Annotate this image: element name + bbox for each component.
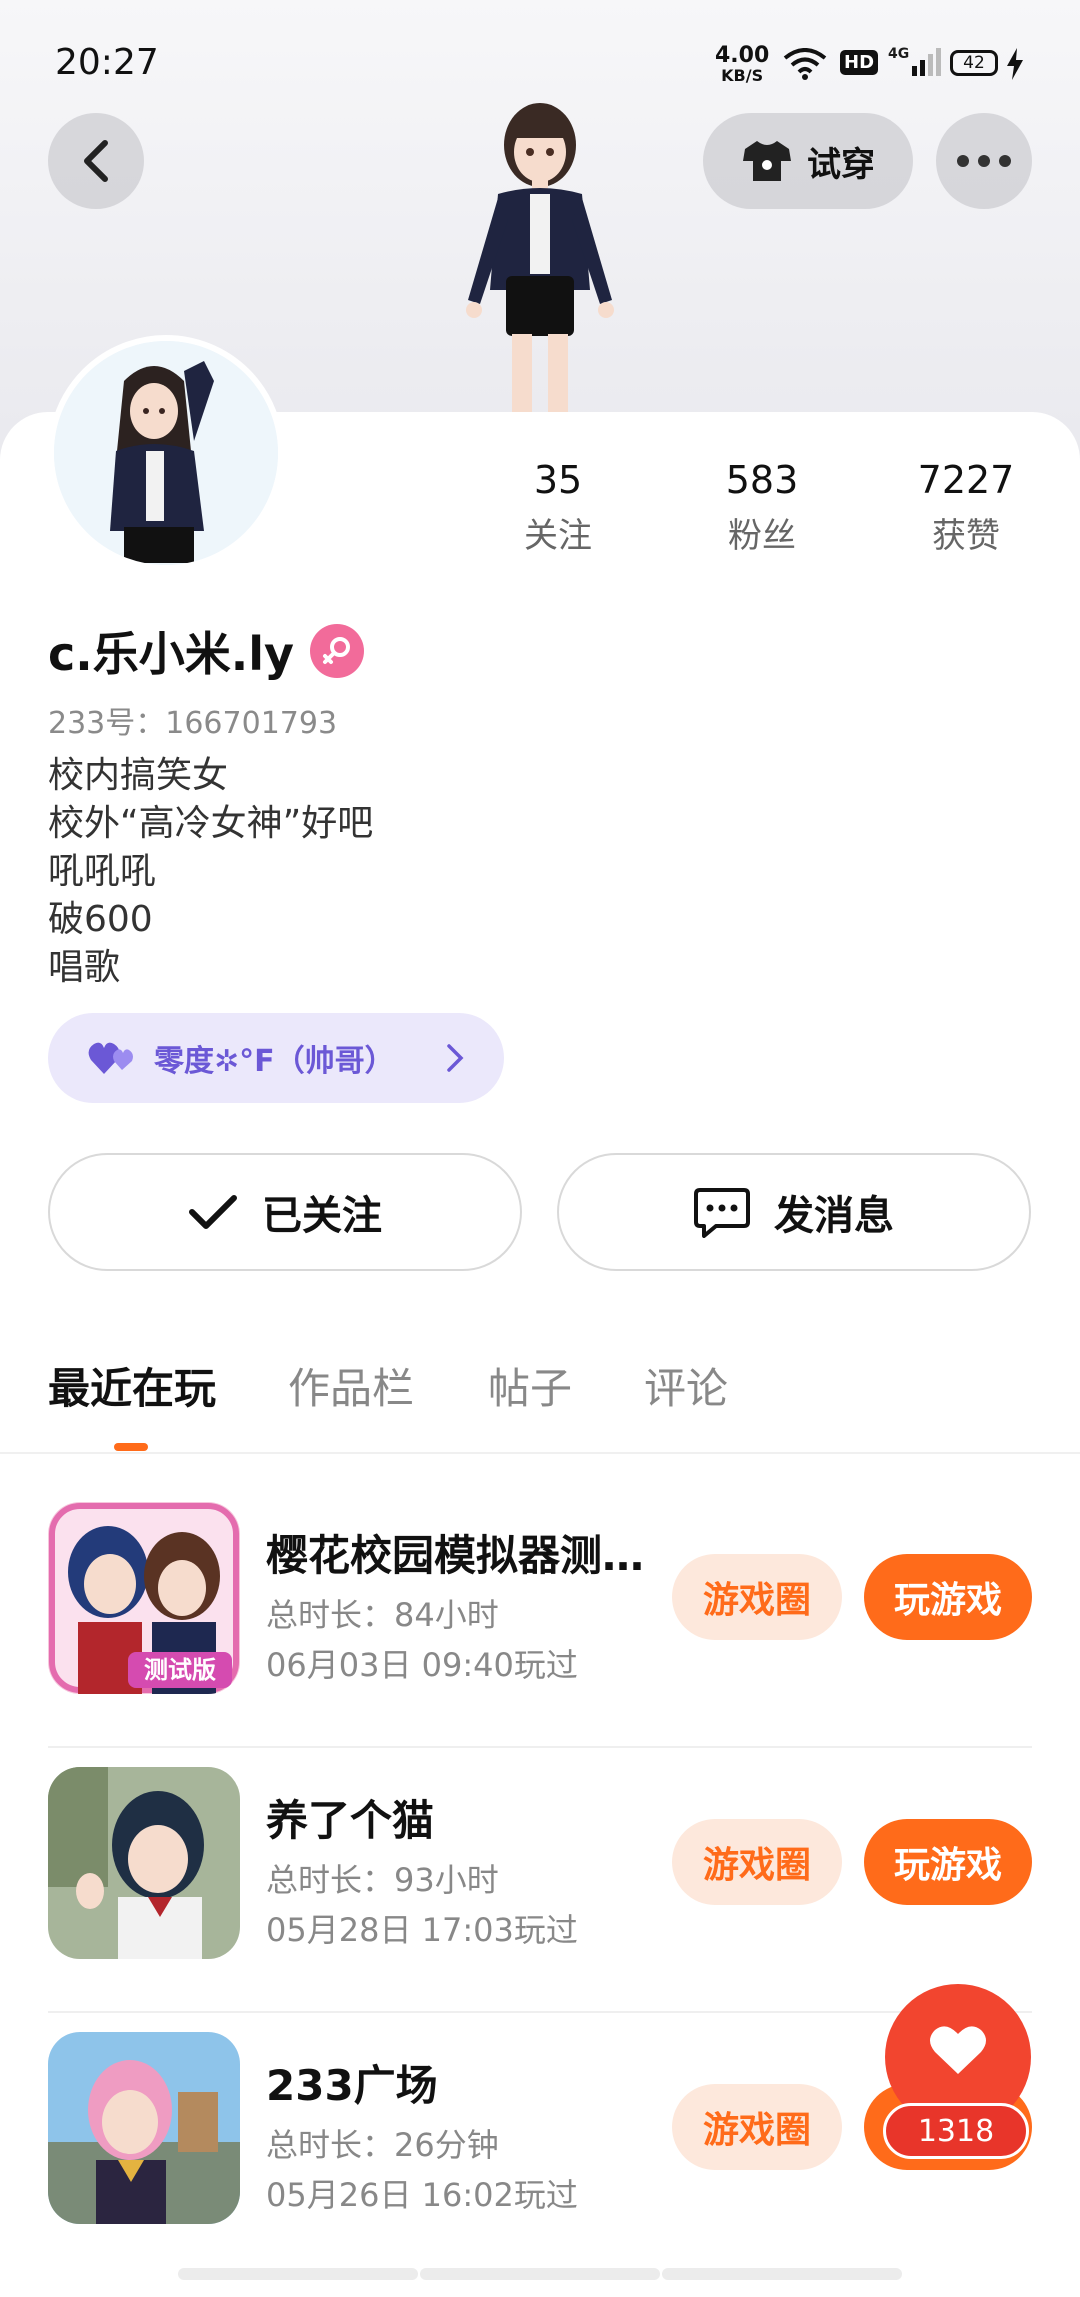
avatar-portrait — [54, 341, 278, 565]
game-circle-button[interactable]: 游戏圈 — [672, 1554, 842, 1640]
divider — [48, 2011, 1032, 2013]
like-count-badge: 1318 — [883, 2103, 1029, 2159]
stat-fans[interactable]: 583 粉丝 — [682, 458, 842, 557]
game-icon[interactable] — [48, 2032, 240, 2224]
tab-comments[interactable]: 评论 — [644, 1355, 728, 1416]
game-last-played: 06月03日 09:40玩过 — [266, 1646, 578, 1684]
username: c.乐小米.ly — [48, 627, 294, 681]
female-gender-icon — [309, 624, 364, 678]
stat-following-label: 关注 — [524, 516, 592, 556]
game-icon[interactable]: 测试版 — [48, 1502, 240, 1694]
game-title: 233广场 — [266, 2061, 438, 2110]
game-total-duration: 总时长：84小时 — [266, 1596, 499, 1634]
battery-icon: 42 — [950, 50, 998, 76]
stat-likes-label: 获赞 — [932, 516, 1000, 556]
bio-line: 唱歌 — [48, 947, 121, 988]
tshirt-icon — [743, 141, 791, 181]
scroll-indicator — [420, 2268, 660, 2280]
game-total-duration: 总时长：26分钟 — [266, 2126, 499, 2164]
game-total-duration: 总时长：93小时 — [266, 1861, 499, 1899]
more-dots-icon — [957, 155, 1011, 167]
user-id: 233号：166701793 — [48, 706, 338, 741]
tab-works[interactable]: 作品栏 — [288, 1355, 414, 1416]
stat-fans-label: 粉丝 — [728, 516, 796, 556]
try-on-button[interactable]: 试穿 — [703, 113, 913, 209]
bio-line: 破600 — [48, 899, 153, 940]
divider — [48, 1746, 1032, 1748]
try-on-label: 试穿 — [807, 144, 875, 185]
double-heart-icon — [88, 1042, 133, 1074]
stat-likes-count: 7227 — [917, 458, 1015, 502]
active-tab-indicator — [114, 1443, 148, 1451]
scroll-indicator — [178, 2268, 418, 2280]
hd-voice-icon: HD — [840, 50, 879, 75]
bio-line: 校外“高冷女神”好吧 — [48, 803, 374, 844]
charging-icon — [1007, 48, 1023, 80]
avatar-3d-character[interactable] — [420, 90, 660, 420]
bio: 校内搞笑女 校外“高冷女神”好吧 吼吼吼 破600 唱歌 — [48, 752, 373, 992]
stat-following[interactable]: 35 关注 — [478, 458, 638, 557]
network-speed: 4.00 KB/S — [715, 43, 770, 86]
status-time: 20:27 — [55, 42, 159, 83]
send-message-button[interactable]: 发消息 — [557, 1153, 1031, 1271]
heart-icon — [930, 2026, 986, 2074]
chat-bubble-icon — [694, 1188, 750, 1238]
game-title: 养了个猫 — [266, 1796, 435, 1845]
wifi-icon — [783, 48, 827, 80]
game-icon[interactable] — [48, 1767, 240, 1959]
game-list-item[interactable]: 养了个猫 总时长：93小时 05月28日 17:03玩过 游戏圈 玩游戏 — [48, 1767, 1032, 2032]
bio-line: 校内搞笑女 — [48, 755, 229, 796]
play-game-button[interactable]: 玩游戏 — [864, 1819, 1032, 1905]
checkmark-icon — [189, 1195, 237, 1229]
play-game-button[interactable]: 玩游戏 — [864, 1554, 1032, 1640]
more-options-button[interactable] — [936, 113, 1032, 209]
stat-fans-count: 583 — [725, 458, 799, 502]
chevron-right-icon — [447, 1044, 464, 1072]
game-title: 樱花校园模拟器测试版 — [266, 1531, 656, 1580]
stat-following-count: 35 — [533, 458, 583, 502]
game-circle-button[interactable]: 游戏圈 — [672, 1819, 842, 1905]
tab-recently-played[interactable]: 最近在玩 — [48, 1355, 216, 1416]
avatar[interactable] — [48, 335, 284, 571]
fan-tag-label: 零度✲°F（帅哥） — [154, 1044, 395, 1079]
stat-likes[interactable]: 7227 获赞 — [886, 458, 1046, 557]
follow-label: 已关注 — [262, 1193, 382, 1239]
chevron-left-icon — [84, 140, 108, 182]
name-row: c.乐小米.ly — [48, 618, 364, 684]
tab-posts[interactable]: 帖子 — [488, 1355, 572, 1416]
game-list-item[interactable]: 233广场 总时长：26分钟 05月26日 16:02玩过 游戏圈 玩游戏 — [48, 2032, 1032, 2297]
game-list-item[interactable]: 测试版 樱花校园模拟器测试版 总时长：84小时 06月03日 09:40玩过 游… — [48, 1502, 1032, 1767]
follow-button[interactable]: 已关注 — [48, 1153, 522, 1271]
bio-line: 吼吼吼 — [48, 851, 157, 892]
divider — [0, 1452, 1080, 1454]
back-button[interactable] — [48, 113, 144, 209]
fan-relationship-tag[interactable]: 零度✲°F（帅哥） — [48, 1013, 504, 1103]
game-circle-button[interactable]: 游戏圈 — [672, 2084, 842, 2170]
game-last-played: 05月26日 16:02玩过 — [266, 2176, 578, 2214]
game-last-played: 05月28日 17:03玩过 — [266, 1911, 578, 1949]
scroll-indicator — [662, 2268, 902, 2280]
send-message-label: 发消息 — [774, 1193, 894, 1239]
test-version-badge: 测试版 — [144, 1656, 216, 1684]
